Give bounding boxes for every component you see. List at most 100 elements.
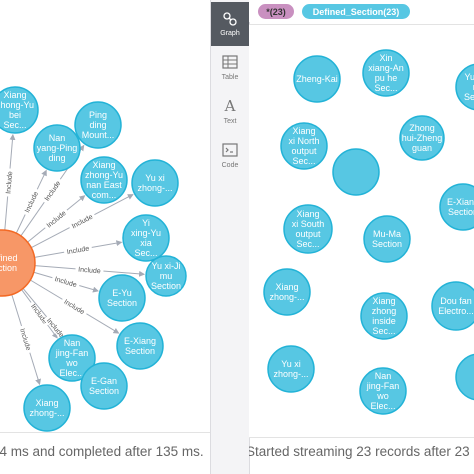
- table-view-label: Table: [221, 74, 239, 81]
- section-node-label: Sec...: [296, 239, 319, 249]
- section-node[interactable]: [332, 148, 380, 196]
- section-node[interactable]: Xiangzhong-Yunan Eastcom...: [80, 156, 128, 204]
- section-node-label: xiang-An: [368, 63, 404, 73]
- section-node[interactable]: Zhonghui-Zhengguan: [399, 115, 445, 161]
- section-node[interactable]: Yu xi-JimuSection: [145, 255, 187, 297]
- section-node-label: Xiang: [275, 282, 298, 292]
- section-node[interactable]: Zheng-Kai: [293, 55, 341, 103]
- defined-section-chip[interactable]: Defined_Section(23): [302, 4, 410, 19]
- table-view-button[interactable]: Table: [211, 46, 249, 90]
- section-node-label: Electro...: [438, 306, 474, 316]
- section-node-label: Yu xi: [145, 173, 165, 183]
- section-node-label: Xiang: [92, 160, 115, 170]
- section-node-label: xia: [140, 238, 152, 248]
- section-node[interactable]: [455, 353, 474, 401]
- text-view-label: Text: [223, 118, 237, 125]
- section-node-label: pu he: [375, 73, 398, 83]
- section-node[interactable]: Xiangzhong-...: [23, 384, 71, 432]
- section-node-label: Section: [125, 346, 155, 356]
- section-node-label: Nan: [375, 371, 392, 381]
- section-node[interactable]: XiangzhonginsideSec...: [360, 292, 408, 340]
- section-node[interactable]: Nanjing-FanwoElec...: [359, 367, 407, 415]
- section-node-label: E-Xiang: [447, 197, 474, 207]
- section-node-label: Yu xi: [281, 359, 301, 369]
- section-node-label: xi South: [292, 219, 325, 229]
- section-node-label: Section: [89, 386, 119, 396]
- section-node-label: zhong-Yu: [0, 100, 34, 110]
- section-node-label: Ping: [89, 110, 107, 120]
- section-node[interactable]: E-XiangSection: [116, 322, 164, 370]
- graph-result-panel-right: *(23) Defined_Section(23) Zheng-Kai Xin xi…: [249, 0, 474, 474]
- graph-visualization-left[interactable]: Include IncludeIncludeInclude IncludeInclu…: [0, 0, 210, 432]
- section-node-label: xing-Yu: [131, 228, 161, 238]
- section-node[interactable]: E-XiangSection: [439, 183, 474, 231]
- section-node[interactable]: Yu xizhong-...: [131, 159, 179, 207]
- section-node-label: guan: [412, 143, 432, 153]
- section-node-label: com...: [92, 190, 117, 200]
- section-node-label: wo: [376, 391, 389, 401]
- graph-icon: [222, 11, 238, 27]
- section-node-label: Dou fan: [440, 296, 472, 306]
- section-node-label: ding: [89, 120, 106, 130]
- all-nodes-chip[interactable]: *(23): [258, 4, 294, 19]
- section-node-label: Section: [151, 281, 181, 291]
- defined-section-center-node-label: Section: [0, 263, 17, 273]
- section-node[interactable]: Mu-MaSection: [363, 215, 411, 263]
- view-mode-toolbar: Graph Table A Text Code: [210, 0, 250, 474]
- section-node[interactable]: E-GanSection: [80, 362, 128, 410]
- section-node[interactable]: Yixing-YuxiaSec...: [122, 214, 170, 262]
- section-node[interactable]: Xiangxi NorthoutputSec...: [280, 122, 328, 170]
- graph-canvas-left[interactable]: Include Include Include Include Include Inclu…: [0, 0, 210, 433]
- section-node-label: Sec...: [134, 248, 157, 258]
- section-node-label: Section: [464, 92, 474, 102]
- section-node-label: E-Yu: [112, 288, 132, 298]
- status-message-right: Started streaming 23 records after 23 m: [249, 444, 474, 459]
- section-node-label: E-Gan: [91, 376, 117, 386]
- graph-view-button[interactable]: Graph: [211, 2, 249, 46]
- graph-canvas-right[interactable]: Zheng-KaiXinxiang-Anpu heSec...Yu xi-Jim…: [249, 24, 474, 438]
- section-node-label: wo: [65, 358, 78, 368]
- section-node-label: output: [291, 146, 317, 156]
- section-node-label: inside: [372, 316, 396, 326]
- code-view-button[interactable]: Code: [211, 134, 249, 178]
- graph-visualization-right[interactable]: Zheng-KaiXinxiang-Anpu heSec...Yu xi-Jim…: [249, 25, 474, 437]
- section-node[interactable]: Nanyang-Pingding: [33, 124, 81, 172]
- section-node[interactable]: E-YuSection: [98, 274, 146, 322]
- section-node-label: xi North: [288, 136, 319, 146]
- section-node-label: Mu-Ma: [373, 229, 401, 239]
- section-node-label: Nan: [49, 133, 66, 143]
- section-node[interactable]: Xiangxi SouthoutputSec...: [283, 204, 333, 254]
- section-node[interactable]: PingdingMount...: [74, 101, 122, 149]
- section-node[interactable]: Yu xizhong-...: [267, 345, 315, 393]
- section-node-label: Xiang: [372, 296, 395, 306]
- section-node[interactable]: Xinxiang-Anpu heSec...: [362, 49, 410, 97]
- section-node-label: Sec...: [292, 156, 315, 166]
- section-node-label: mu: [160, 271, 173, 281]
- section-node-label: jing-Fan: [366, 381, 400, 391]
- section-node-label: Yi: [142, 218, 150, 228]
- section-node-label: output: [295, 229, 321, 239]
- code-view-label: Code: [221, 162, 239, 169]
- text-icon: A: [224, 97, 236, 115]
- section-node[interactable]: Xiangzhong-...: [263, 268, 311, 316]
- section-node-label: Section: [448, 207, 474, 217]
- section-node-label: zhong-...: [137, 183, 172, 193]
- status-message-left: 44 ms and completed after 135 ms.: [0, 444, 204, 459]
- section-node-label: Sec...: [374, 83, 397, 93]
- section-node-label: Zheng-Kai: [296, 74, 338, 84]
- section-node[interactable]: Dou fanElectro...: [431, 281, 474, 331]
- section-node-label: Xiang: [3, 90, 26, 100]
- section-node-label: Mount...: [82, 130, 115, 140]
- edge-label: Include: [78, 267, 101, 276]
- section-node-label: ding: [48, 153, 65, 163]
- section-node[interactable]: Yu xi-JimuSection: [455, 63, 474, 111]
- section-node-label: Section: [372, 239, 402, 249]
- section-node[interactable]: Xiangzhong-YubeiSec...: [0, 86, 39, 134]
- section-node-label: Elec...: [370, 401, 395, 411]
- section-node-label: Yu xi-Ji: [464, 72, 474, 82]
- section-node-label: Xin: [379, 53, 392, 63]
- section-node-label: Nan: [64, 338, 81, 348]
- section-node-label: Elec...: [59, 368, 84, 378]
- section-node-label: jing-Fan: [55, 348, 89, 358]
- text-view-button[interactable]: A Text: [211, 90, 249, 134]
